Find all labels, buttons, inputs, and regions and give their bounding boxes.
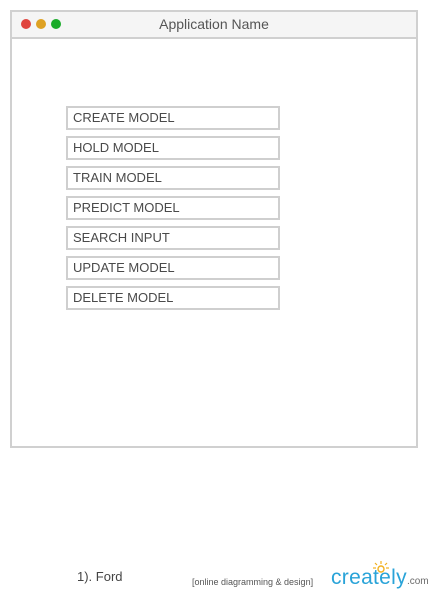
creately-wordmark: creately <box>331 566 407 589</box>
title-bar: Application Name <box>12 12 416 39</box>
creately-domain: .com <box>406 576 429 587</box>
delete-model-button[interactable]: DELETE MODEL <box>66 286 280 310</box>
search-input-button[interactable]: SEARCH INPUT <box>66 226 280 250</box>
train-model-button[interactable]: TRAIN MODEL <box>66 166 280 190</box>
model-menu: CREATE MODEL HOLD MODEL TRAIN MODEL PRED… <box>66 106 280 316</box>
app-window: Application Name CREATE MODEL HOLD MODEL… <box>10 10 418 448</box>
update-model-button[interactable]: UPDATE MODEL <box>66 256 280 280</box>
footnote: 1). Ford <box>77 569 123 584</box>
create-model-button[interactable]: CREATE MODEL <box>66 106 280 130</box>
hold-model-button[interactable]: HOLD MODEL <box>66 136 280 160</box>
window-title: Application Name <box>159 16 269 32</box>
predict-model-button[interactable]: PREDICT MODEL <box>66 196 280 220</box>
creately-logo: creately.com <box>331 566 429 590</box>
creately-tagline: [online diagramming & design] <box>192 577 314 587</box>
